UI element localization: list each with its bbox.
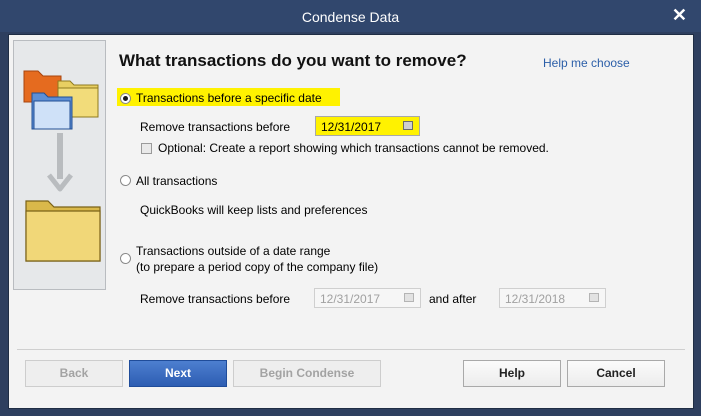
button-separator (17, 349, 685, 350)
all-transactions-note: QuickBooks will keep lists and preferenc… (140, 203, 368, 217)
optional-report-label: Optional: Create a report showing which … (158, 141, 549, 155)
close-icon[interactable]: ✕ (672, 6, 687, 24)
folders-arrow-illustration (23, 70, 101, 262)
title-bar[interactable]: Condense Data ✕ (0, 0, 701, 32)
range-after-date-field[interactable]: 12/31/2018 (499, 288, 606, 308)
calendar-icon[interactable] (404, 293, 414, 302)
radio-date-range[interactable] (120, 253, 131, 264)
back-button[interactable]: Back (25, 360, 123, 387)
condense-illustration (13, 40, 106, 290)
page-title: What transactions do you want to remove? (119, 51, 467, 70)
range-after-date-value: 12/31/2018 (505, 292, 566, 306)
window-title: Condense Data (301, 9, 400, 25)
dialog-body: What transactions do you want to remove?… (8, 34, 694, 409)
condense-data-dialog: Condense Data ✕ What transactions do you… (0, 0, 701, 416)
optional-report-checkbox[interactable] (141, 143, 152, 154)
range-before-date-value: 12/31/2017 (320, 292, 381, 306)
radio-specific-date[interactable] (120, 93, 131, 104)
radio-date-range-sublabel: (to prepare a period copy of the company… (136, 260, 379, 274)
range-before-date-field[interactable]: 12/31/2017 (314, 288, 421, 308)
remove-before-date-field[interactable]: 12/31/2017 (315, 116, 420, 136)
radio-specific-date-label: Transactions before a specific date (136, 91, 322, 105)
radio-all-transactions[interactable] (120, 175, 131, 186)
calendar-icon[interactable] (403, 121, 413, 130)
help-button[interactable]: Help (463, 360, 561, 387)
and-after-label: and after (429, 292, 477, 306)
calendar-icon[interactable] (589, 293, 599, 302)
radio-date-range-label: Transactions outside of a date range (136, 244, 331, 258)
radio-all-transactions-label: All transactions (136, 174, 218, 188)
remove-before-label: Remove transactions before (140, 120, 291, 134)
next-button[interactable]: Next (129, 360, 227, 387)
remove-before-date-value: 12/31/2017 (321, 120, 382, 134)
cancel-button[interactable]: Cancel (567, 360, 665, 387)
help-me-choose-link[interactable]: Help me choose (543, 56, 630, 70)
begin-condense-button[interactable]: Begin Condense (233, 360, 381, 387)
range-remove-before-label: Remove transactions before (140, 292, 291, 306)
